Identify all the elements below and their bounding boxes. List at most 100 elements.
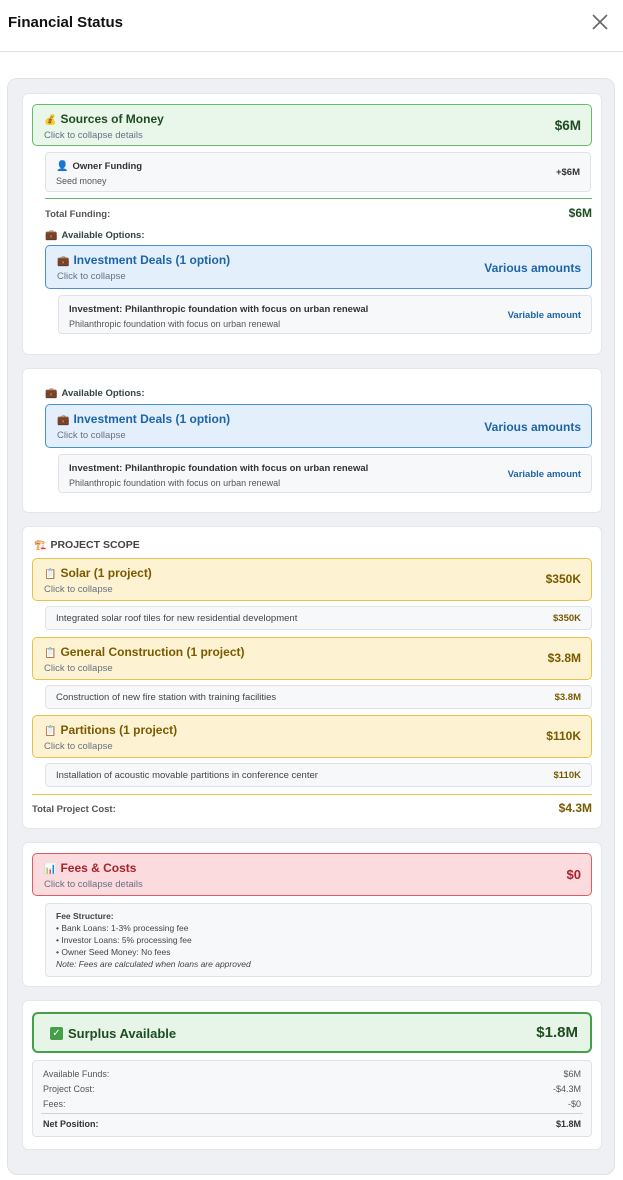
available-options-label: 💼 Available Options:	[45, 388, 145, 399]
investment-item-subtitle: Philanthropic foundation with focus on u…	[69, 319, 281, 329]
briefcase-icon: 💼	[57, 415, 70, 426]
total-funding-divider	[45, 198, 592, 199]
sources-card: 💰 Sources of Money Click to collapse deta…	[22, 93, 602, 355]
available-options-label: 💼 Available Options:	[45, 230, 145, 241]
investment-deals-header[interactable]: 💼 Investment Deals (1 option) Click to co…	[45, 245, 592, 289]
owner-funding-title: Owner Funding	[72, 161, 143, 172]
briefcase-icon: 💼	[45, 388, 58, 399]
net-position-value: $1.8M	[555, 1119, 581, 1129]
net-position-divider	[41, 1113, 583, 1114]
partitions-group-header[interactable]: 📋 Partitions (1 project) Click to collaps…	[32, 715, 592, 758]
surplus-header: ✓ Surplus Available $1.8M	[32, 1012, 592, 1053]
fee-line: • Investor Loans: 5% processing fee	[56, 935, 192, 945]
available-funds-row: Available Funds: $6M	[43, 1069, 581, 1079]
investment-deals-title: Investment Deals (1 option)	[73, 253, 231, 267]
general-construction-project-row: Construction of new fire station with tr…	[45, 685, 592, 709]
fees-amount: $0	[566, 867, 581, 882]
available-funds-value: $6M	[563, 1069, 581, 1079]
investment-deals-amount: Various amounts	[484, 420, 581, 434]
check-icon: ✓	[50, 1027, 63, 1040]
fee-note: Note: Fees are calculated when loans are…	[56, 959, 251, 969]
general-construction-group-header[interactable]: 📋 General Construction (1 project) Click …	[32, 637, 592, 680]
person-icon: 👤	[56, 161, 69, 172]
general-construction-group-subtitle: Click to collapse	[44, 663, 113, 674]
fees-subtitle: Click to collapse details	[44, 879, 143, 890]
fee-line: • Owner Seed Money: No fees	[56, 947, 171, 957]
investment-item-subtitle: Philanthropic foundation with focus on u…	[69, 478, 281, 488]
investment-deals-header[interactable]: 💼 Investment Deals (1 option) Click to co…	[45, 404, 592, 448]
fee-line: • Bank Loans: 1-3% processing fee	[56, 923, 189, 933]
project-scope-card: 🏗️ PROJECT SCOPE 📋 Solar (1 project) Click…	[22, 526, 602, 829]
partitions-project-row: Installation of acoustic movable partiti…	[45, 763, 592, 787]
solar-project-row: Integrated solar roof tiles for new resi…	[45, 606, 592, 630]
sources-subtitle: Click to collapse details	[44, 130, 143, 141]
options-card: 💼 Available Options: 💼 Investment Deals (1…	[22, 368, 602, 513]
modal-title: Financial Status	[8, 14, 124, 31]
partitions-group-amount: $110K	[546, 729, 581, 743]
financial-status-panel: 💰 Sources of Money Click to collapse deta…	[7, 78, 615, 1175]
general-construction-project-description: Construction of new fire station with tr…	[56, 692, 277, 703]
investment-item-amount: Variable amount	[507, 469, 581, 480]
money-bag-icon: 💰	[44, 115, 57, 126]
partitions-project-description: Installation of acoustic movable partiti…	[56, 770, 318, 781]
total-project-cost-label: Total Project Cost:	[32, 804, 116, 815]
sources-title: Sources of Money	[60, 112, 164, 126]
surplus-amount: $1.8M	[536, 1024, 578, 1041]
general-construction-group-title: General Construction (1 project)	[60, 645, 245, 659]
total-funding-label: Total Funding:	[45, 209, 111, 220]
investment-item-row: Investment: Philanthropic foundation wit…	[58, 295, 592, 334]
investment-deals-subtitle: Click to collapse	[57, 430, 126, 441]
clipboard-icon: 📋	[44, 569, 57, 580]
owner-funding-amount: +$6M	[555, 167, 580, 178]
owner-funding-subtitle: Seed money	[56, 176, 107, 186]
owner-funding-row: 👤 Owner Funding Seed money +$6M	[45, 152, 591, 192]
partitions-project-amount: $110K	[553, 770, 581, 781]
fees-title: Fees & Costs	[60, 861, 137, 875]
total-project-cost-amount: $4.3M	[558, 801, 592, 815]
investment-item-row: Investment: Philanthropic foundation wit…	[58, 454, 592, 493]
briefcase-icon: 💼	[45, 230, 58, 241]
general-construction-project-amount: $3.8M	[554, 692, 581, 703]
investment-deals-subtitle: Click to collapse	[57, 271, 126, 282]
project-cost-row: Project Cost: -$4.3M	[43, 1084, 581, 1094]
project-cost-label: Project Cost:	[43, 1084, 95, 1094]
fees-header[interactable]: 📊 Fees & Costs Click to collapse details …	[32, 853, 592, 896]
sources-header[interactable]: 💰 Sources of Money Click to collapse deta…	[32, 104, 592, 146]
project-scope-title: 🏗️ PROJECT SCOPE	[34, 539, 140, 551]
solar-group-title: Solar (1 project)	[60, 566, 152, 580]
surplus-card: ✓ Surplus Available $1.8M Available Fund…	[22, 1000, 602, 1150]
net-position-row: Net Position: $1.8M	[43, 1119, 581, 1129]
solar-project-description: Integrated solar roof tiles for new resi…	[56, 613, 298, 624]
close-icon[interactable]	[589, 10, 611, 34]
total-project-divider	[32, 794, 592, 795]
fees-row-value: -$0	[567, 1099, 581, 1109]
surplus-breakdown: Available Funds: $6M Project Cost: -$4.3…	[32, 1060, 592, 1137]
investment-item-title: Investment: Philanthropic foundation wit…	[69, 463, 369, 474]
investment-item-amount: Variable amount	[507, 310, 581, 321]
partitions-group-subtitle: Click to collapse	[44, 741, 113, 752]
fees-card: 📊 Fees & Costs Click to collapse details …	[22, 842, 602, 987]
fee-structure-title: Fee Structure:	[56, 911, 114, 921]
solar-project-amount: $350K	[553, 613, 581, 624]
construction-icon: 🏗️	[34, 540, 47, 551]
net-position-label: Net Position:	[43, 1119, 99, 1129]
solar-group-amount: $350K	[545, 572, 581, 586]
general-construction-group-amount: $3.8M	[547, 651, 581, 665]
fee-structure-box: Fee Structure: • Bank Loans: 1-3% proces…	[45, 903, 592, 977]
modal-header: Financial Status	[0, 0, 623, 52]
surplus-title: Surplus Available	[68, 1026, 177, 1041]
sources-amount: $6M	[554, 118, 581, 133]
available-funds-label: Available Funds:	[43, 1069, 110, 1079]
investment-item-title: Investment: Philanthropic foundation wit…	[69, 304, 369, 315]
solar-group-subtitle: Click to collapse	[44, 584, 113, 595]
project-cost-value: -$4.3M	[552, 1084, 581, 1094]
partitions-group-title: Partitions (1 project)	[60, 723, 178, 737]
fees-row: Fees: -$0	[43, 1099, 581, 1109]
bar-chart-icon: 📊	[44, 864, 57, 875]
briefcase-icon: 💼	[57, 256, 70, 267]
investment-deals-amount: Various amounts	[484, 261, 581, 275]
solar-group-header[interactable]: 📋 Solar (1 project) Click to collapse $35…	[32, 558, 592, 601]
clipboard-icon: 📋	[44, 648, 57, 659]
fees-row-label: Fees:	[43, 1099, 66, 1109]
investment-deals-title: Investment Deals (1 option)	[73, 412, 231, 426]
